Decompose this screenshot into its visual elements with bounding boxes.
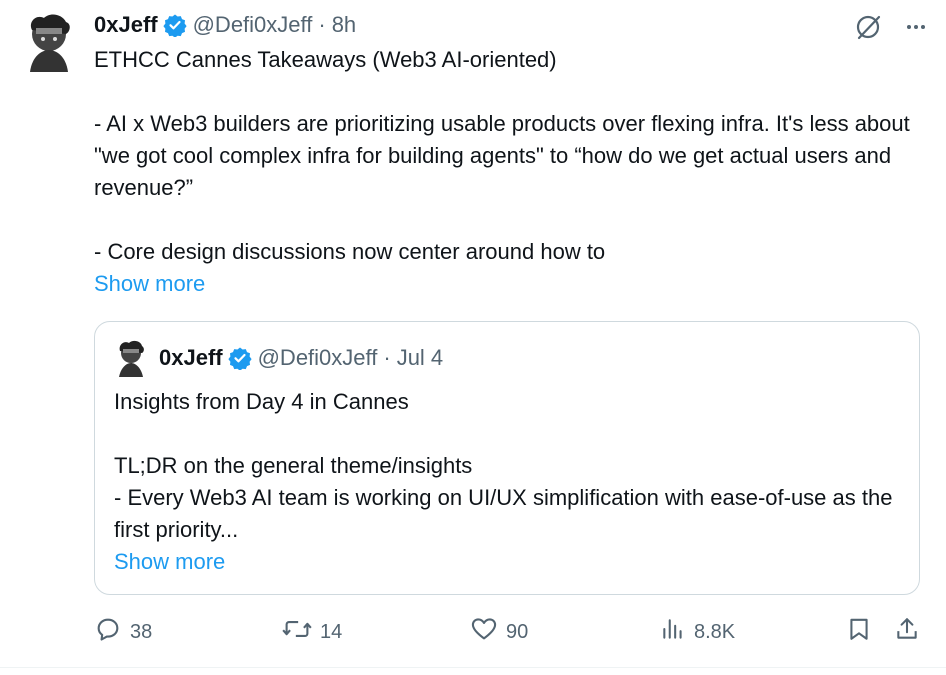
verified-badge-icon — [227, 346, 252, 371]
tweet-paragraph-2: - Core design discussions now center aro… — [94, 239, 606, 264]
views-chart-icon — [660, 615, 694, 649]
quoted-tweet-body: Insights from Day 4 in Cannes TL;DR on t… — [114, 386, 904, 578]
quoted-author-handle: @Defi0xJeff — [257, 345, 378, 370]
separator-dot: · — [383, 345, 391, 370]
quoted-tweet-header: 0xJeff @Defi0xJeff · Jul 4 — [159, 343, 443, 373]
tweet[interactable]: 0xJeff @Defi0xJeff · 8h ETHCC Cannes Tak… — [0, 0, 946, 667]
top-actions — [854, 12, 928, 42]
action-bar: 38 14 90 8.8K — [94, 612, 924, 652]
quoted-show-more-link[interactable]: Show more — [114, 546, 225, 578]
author-handle[interactable]: @Defi0xJeff — [193, 12, 313, 38]
tweet-header: 0xJeff @Defi0xJeff · 8h — [94, 10, 356, 40]
views-button[interactable]: 8.8K — [660, 612, 735, 652]
like-count: 90 — [506, 620, 529, 643]
bookmark-button[interactable] — [846, 612, 880, 652]
share-icon — [894, 615, 928, 649]
tweet-title-line: ETHCC Cannes Takeaways (Web3 AI-oriented… — [94, 47, 557, 72]
quoted-author-name: 0xJeff — [159, 345, 223, 370]
quoted-tweet-date: Jul 4 — [396, 345, 444, 370]
quoted-line-3: - Every Web3 AI team is working on UI/UX… — [114, 485, 893, 542]
repost-button[interactable]: 14 — [282, 612, 342, 652]
views-count: 8.8K — [694, 620, 736, 643]
quoted-author-avatar — [115, 339, 147, 377]
heart-icon — [470, 615, 506, 649]
more-icon[interactable] — [904, 15, 928, 39]
reply-icon — [94, 615, 130, 649]
share-button[interactable] — [894, 612, 928, 652]
repost-icon — [282, 615, 320, 649]
quoted-tweet[interactable]: 0xJeff @Defi0xJeff · Jul 4 Insights from… — [94, 321, 920, 595]
author-avatar[interactable] — [22, 12, 76, 72]
bookmark-icon — [846, 615, 880, 649]
show-more-link[interactable]: Show more — [94, 268, 205, 300]
reply-button[interactable]: 38 — [94, 612, 152, 652]
tweet-divider — [0, 667, 946, 668]
grok-icon[interactable] — [854, 12, 884, 42]
tweet-time[interactable]: 8h — [332, 12, 356, 38]
quoted-line-1: Insights from Day 4 in Cannes — [114, 389, 409, 414]
author-name[interactable]: 0xJeff — [94, 12, 158, 38]
like-button[interactable]: 90 — [470, 612, 528, 652]
verified-badge-icon — [162, 13, 187, 38]
tweet-body: ETHCC Cannes Takeaways (Web3 AI-oriented… — [94, 44, 914, 300]
quoted-line-2: TL;DR on the general theme/insights — [114, 453, 473, 478]
repost-count: 14 — [320, 620, 343, 643]
tweet-paragraph-1: - AI x Web3 builders are prioritizing us… — [94, 111, 910, 200]
reply-count: 38 — [130, 620, 153, 643]
separator-dot: · — [318, 12, 326, 37]
